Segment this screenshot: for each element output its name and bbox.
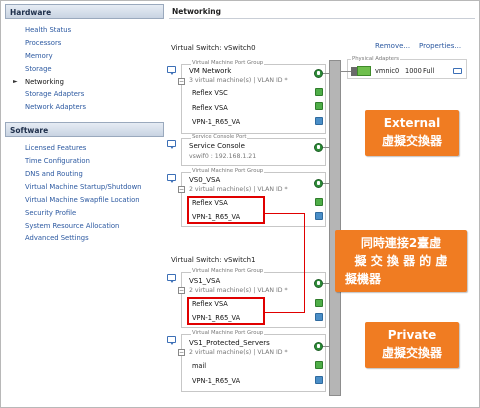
vm-item[interactable]: VPN-1_R65_VA bbox=[192, 377, 240, 385]
port-group-icon[interactable] bbox=[167, 66, 176, 75]
left-pane: Hardware Health Status Processors Memory… bbox=[5, 4, 164, 404]
vm-icon bbox=[315, 102, 323, 110]
properties-link[interactable]: Properties... bbox=[419, 42, 461, 50]
menu-item-system-resource-allocation[interactable]: System Resource Allocation bbox=[25, 220, 164, 233]
callout-private-line1: Private bbox=[387, 328, 437, 342]
port-group-meta: 2 virtual machine(s) | VLAN ID * bbox=[189, 186, 288, 193]
switch-connection-bar bbox=[329, 60, 341, 396]
port-group-name: VM Network bbox=[189, 67, 232, 75]
nic-name: vmnic0 bbox=[375, 67, 400, 75]
highlight-connector bbox=[304, 213, 305, 313]
nic-duplex: Full bbox=[423, 67, 435, 75]
remove-link[interactable]: Remove... bbox=[375, 42, 410, 50]
highlight-connector bbox=[265, 312, 305, 313]
physical-adapters-label: Physical Adapters bbox=[351, 56, 401, 62]
callout-shared-vms: 同時連接2臺虛 擬 交 換 器 的 虛 擬機器 bbox=[335, 230, 467, 292]
adapter-link-line bbox=[341, 71, 351, 72]
hardware-section-header: Hardware bbox=[5, 4, 164, 19]
vm-item[interactable]: mail bbox=[192, 362, 206, 370]
menu-item-dns-routing[interactable]: DNS and Routing bbox=[25, 168, 164, 181]
port-group-info-icon[interactable] bbox=[314, 69, 323, 78]
port-group-icon[interactable] bbox=[167, 274, 176, 283]
menu-item-networking[interactable]: ► Networking bbox=[13, 76, 164, 89]
port-group-info-icon[interactable] bbox=[314, 143, 323, 152]
networking-title: Networking bbox=[169, 4, 475, 19]
software-menu: Licensed Features Time Configuration DNS… bbox=[5, 137, 164, 251]
hardware-menu: Health Status Processors Memory Storage … bbox=[5, 19, 164, 120]
menu-item-time-configuration[interactable]: Time Configuration bbox=[25, 155, 164, 168]
port-group-info-icon[interactable] bbox=[314, 279, 323, 288]
vm-item[interactable]: Reflex VSC bbox=[192, 89, 228, 97]
vm-icon bbox=[315, 361, 323, 369]
highlight-box bbox=[187, 297, 265, 325]
menu-item-network-adapters[interactable]: Network Adapters bbox=[25, 101, 164, 114]
collapse-toggle-icon[interactable]: − bbox=[178, 349, 185, 356]
adapter-info-icon[interactable] bbox=[453, 68, 462, 74]
networking-pane: Networking Virtual Switch: vSwitch0 Remo… bbox=[167, 4, 475, 404]
vm-icon bbox=[315, 117, 323, 125]
port-group-legend: Virtual Machine Port Group bbox=[191, 330, 265, 336]
port-group-name: VS0_VSA bbox=[189, 176, 221, 184]
menu-item-licensed-features[interactable]: Licensed Features bbox=[25, 142, 164, 155]
menu-item-advanced-settings[interactable]: Advanced Settings bbox=[25, 232, 164, 245]
vm-icon bbox=[315, 198, 323, 206]
network-adapter-icon bbox=[357, 66, 371, 76]
software-section-header: Software bbox=[5, 122, 164, 138]
port-group-name: VS1_VSA bbox=[189, 277, 221, 285]
port-group-info-icon[interactable] bbox=[314, 342, 323, 351]
port-group-icon[interactable] bbox=[167, 140, 176, 149]
collapse-toggle-icon[interactable]: − bbox=[178, 186, 185, 193]
vm-icon bbox=[315, 212, 323, 220]
port-group-meta: 2 virtual machine(s) | VLAN ID * bbox=[189, 349, 288, 356]
port-group-meta: 3 virtual machine(s) | VLAN ID * bbox=[189, 77, 288, 84]
vm-icon bbox=[315, 313, 323, 321]
callout-external-line2: 虛擬交換器 bbox=[381, 134, 442, 148]
highlight-box bbox=[187, 196, 265, 224]
menu-item-processors[interactable]: Processors bbox=[25, 37, 164, 50]
collapse-toggle-icon[interactable]: − bbox=[178, 78, 185, 85]
callout-private: Private 虛擬交換器 bbox=[365, 322, 459, 368]
callout-private-line2: 虛擬交換器 bbox=[381, 346, 442, 360]
menu-item-vm-startup-shutdown[interactable]: Virtual Machine Startup/Shutdown bbox=[25, 181, 164, 194]
vm-icon bbox=[315, 88, 323, 96]
port-link-line bbox=[323, 183, 329, 184]
menu-item-security-profile[interactable]: Security Profile bbox=[25, 207, 164, 220]
port-group-legend: Virtual Machine Port Group bbox=[191, 60, 265, 66]
collapse-toggle-icon[interactable]: − bbox=[178, 287, 185, 294]
callout-middle-line1: 同時連接2臺虛 bbox=[360, 236, 442, 250]
port-link-line bbox=[323, 73, 329, 74]
menu-item-storage[interactable]: Storage bbox=[25, 63, 164, 76]
vm-item[interactable]: Reflex VSA bbox=[192, 104, 228, 112]
vm-icon bbox=[315, 376, 323, 384]
selected-arrow-icon: ► bbox=[13, 77, 18, 85]
vm-icon bbox=[315, 299, 323, 307]
port-group-legend: Virtual Machine Port Group bbox=[191, 168, 265, 174]
port-link-line bbox=[323, 283, 329, 284]
menu-item-vm-swapfile-location[interactable]: Virtual Machine Swapfile Location bbox=[25, 194, 164, 207]
port-group-icon[interactable] bbox=[167, 336, 176, 345]
highlight-connector bbox=[265, 213, 305, 214]
menu-item-memory[interactable]: Memory bbox=[25, 50, 164, 63]
callout-middle-line2: 擬 交 換 器 的 虛 bbox=[354, 254, 448, 268]
port-link-line bbox=[323, 346, 329, 347]
port-group-meta: 2 virtual machine(s) | VLAN ID * bbox=[189, 287, 288, 294]
port-group-name: VS1_Protected_Servers bbox=[189, 339, 270, 347]
vm-item[interactable]: VPN-1_R65_VA bbox=[192, 118, 240, 126]
port-group-icon[interactable] bbox=[167, 174, 176, 183]
port-group-meta: vswif0 : 192.168.1.21 bbox=[189, 153, 257, 160]
menu-item-health-status[interactable]: Health Status bbox=[25, 24, 164, 37]
menu-item-storage-adapters[interactable]: Storage Adapters bbox=[25, 88, 164, 101]
callout-external: External 虛擬交換器 bbox=[365, 110, 459, 156]
menu-item-networking-label: Networking bbox=[25, 77, 64, 86]
port-link-line bbox=[323, 147, 329, 148]
vswitch0-label: Virtual Switch: vSwitch0 bbox=[171, 44, 256, 52]
vswitch1-label: Virtual Switch: vSwitch1 bbox=[171, 256, 256, 264]
callout-middle-line3: 擬機器 bbox=[345, 272, 382, 286]
port-group-name: Service Console bbox=[189, 142, 245, 150]
port-group-info-icon[interactable] bbox=[314, 179, 323, 188]
callout-external-line1: External bbox=[383, 116, 441, 130]
port-group-legend: Virtual Machine Port Group bbox=[191, 268, 265, 274]
port-group-legend: Service Console Port bbox=[191, 134, 248, 140]
nic-speed: 1000 bbox=[405, 67, 422, 75]
